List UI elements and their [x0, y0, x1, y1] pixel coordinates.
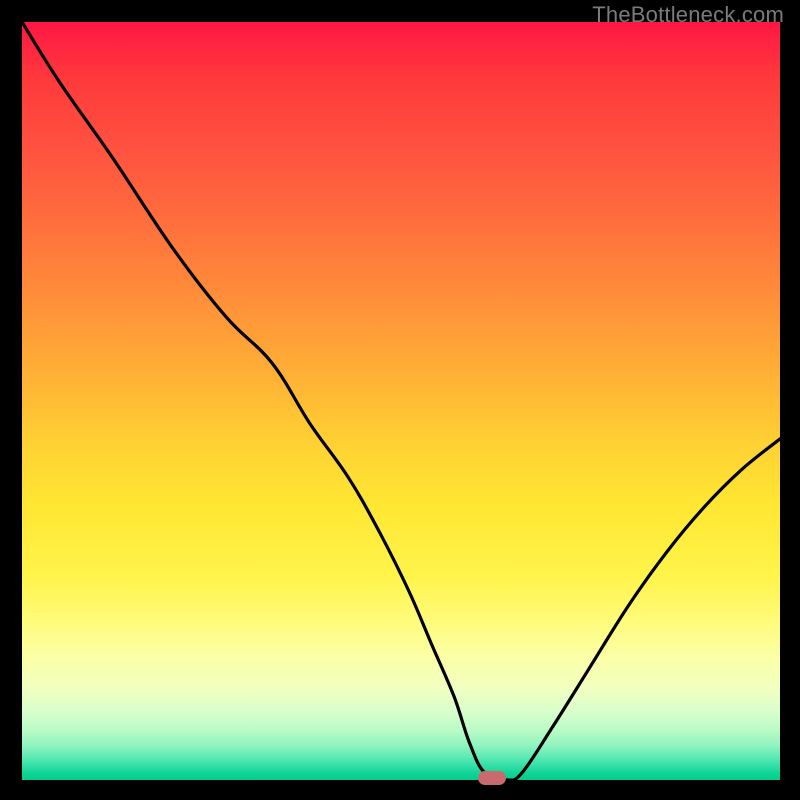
chart-frame: TheBottleneck.com: [0, 0, 800, 800]
watermark-text: TheBottleneck.com: [592, 2, 784, 28]
optimum-marker: [478, 771, 506, 785]
chart-plot-area: [22, 22, 780, 780]
bottleneck-curve: [22, 22, 780, 780]
